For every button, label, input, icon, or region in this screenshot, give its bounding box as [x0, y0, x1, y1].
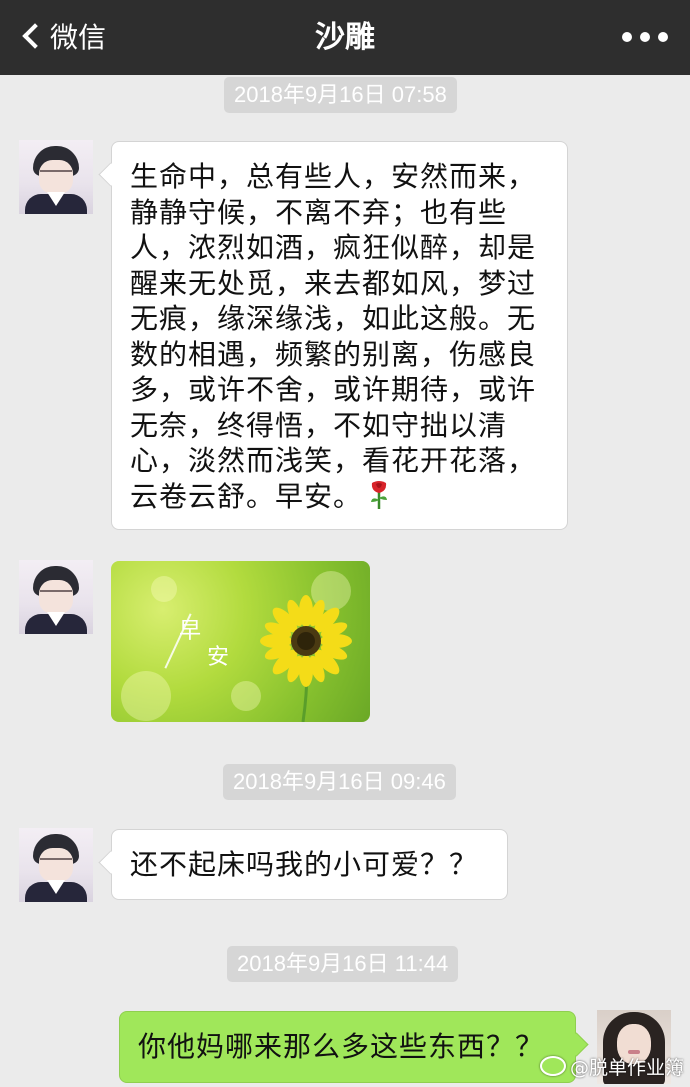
- watermark: @脱单作业簿: [539, 1051, 684, 1081]
- contact-avatar[interactable]: [19, 140, 93, 214]
- image-caption-2: 安: [207, 645, 230, 670]
- contact-avatar[interactable]: [19, 560, 93, 634]
- sunflower-icon: [260, 595, 352, 722]
- message-text: 生命中，总有些人，安然而来， 静静守候，不离不弃；也有些 人，浓烈如酒，疯狂似醉…: [130, 160, 537, 513]
- message-bubble-received[interactable]: 还不起床吗我的小可爱？？: [111, 829, 508, 900]
- chat-title: 沙雕: [315, 20, 375, 55]
- dot-icon: [658, 32, 668, 42]
- rose-icon: [368, 480, 390, 519]
- message-text: 你他妈哪来那么多这些东西？？: [138, 1030, 545, 1063]
- more-options-button[interactable]: [622, 24, 668, 50]
- message-bubble-received[interactable]: 生命中，总有些人，安然而来， 静静守候，不离不弃；也有些 人，浓烈如酒，疯狂似醉…: [111, 141, 568, 530]
- message-text: 还不起床吗我的小可爱？？: [130, 848, 479, 881]
- chat-navbar: 微信 沙雕: [0, 0, 690, 75]
- timestamp: 2018年9月16日 09:46: [223, 764, 456, 800]
- dot-icon: [622, 32, 632, 42]
- message-bubble-sent[interactable]: 你他妈哪来那么多这些东西？？: [119, 1011, 576, 1083]
- timestamp: 2018年9月16日 11:44: [227, 946, 459, 982]
- image-message[interactable]: 早 安: [111, 561, 370, 722]
- weibo-icon: [539, 1056, 566, 1076]
- dot-icon: [640, 32, 650, 42]
- watermark-text: @脱单作业簿: [569, 1056, 684, 1079]
- contact-avatar[interactable]: [19, 828, 93, 902]
- timestamp: 2018年9月16日 07:58: [224, 77, 457, 113]
